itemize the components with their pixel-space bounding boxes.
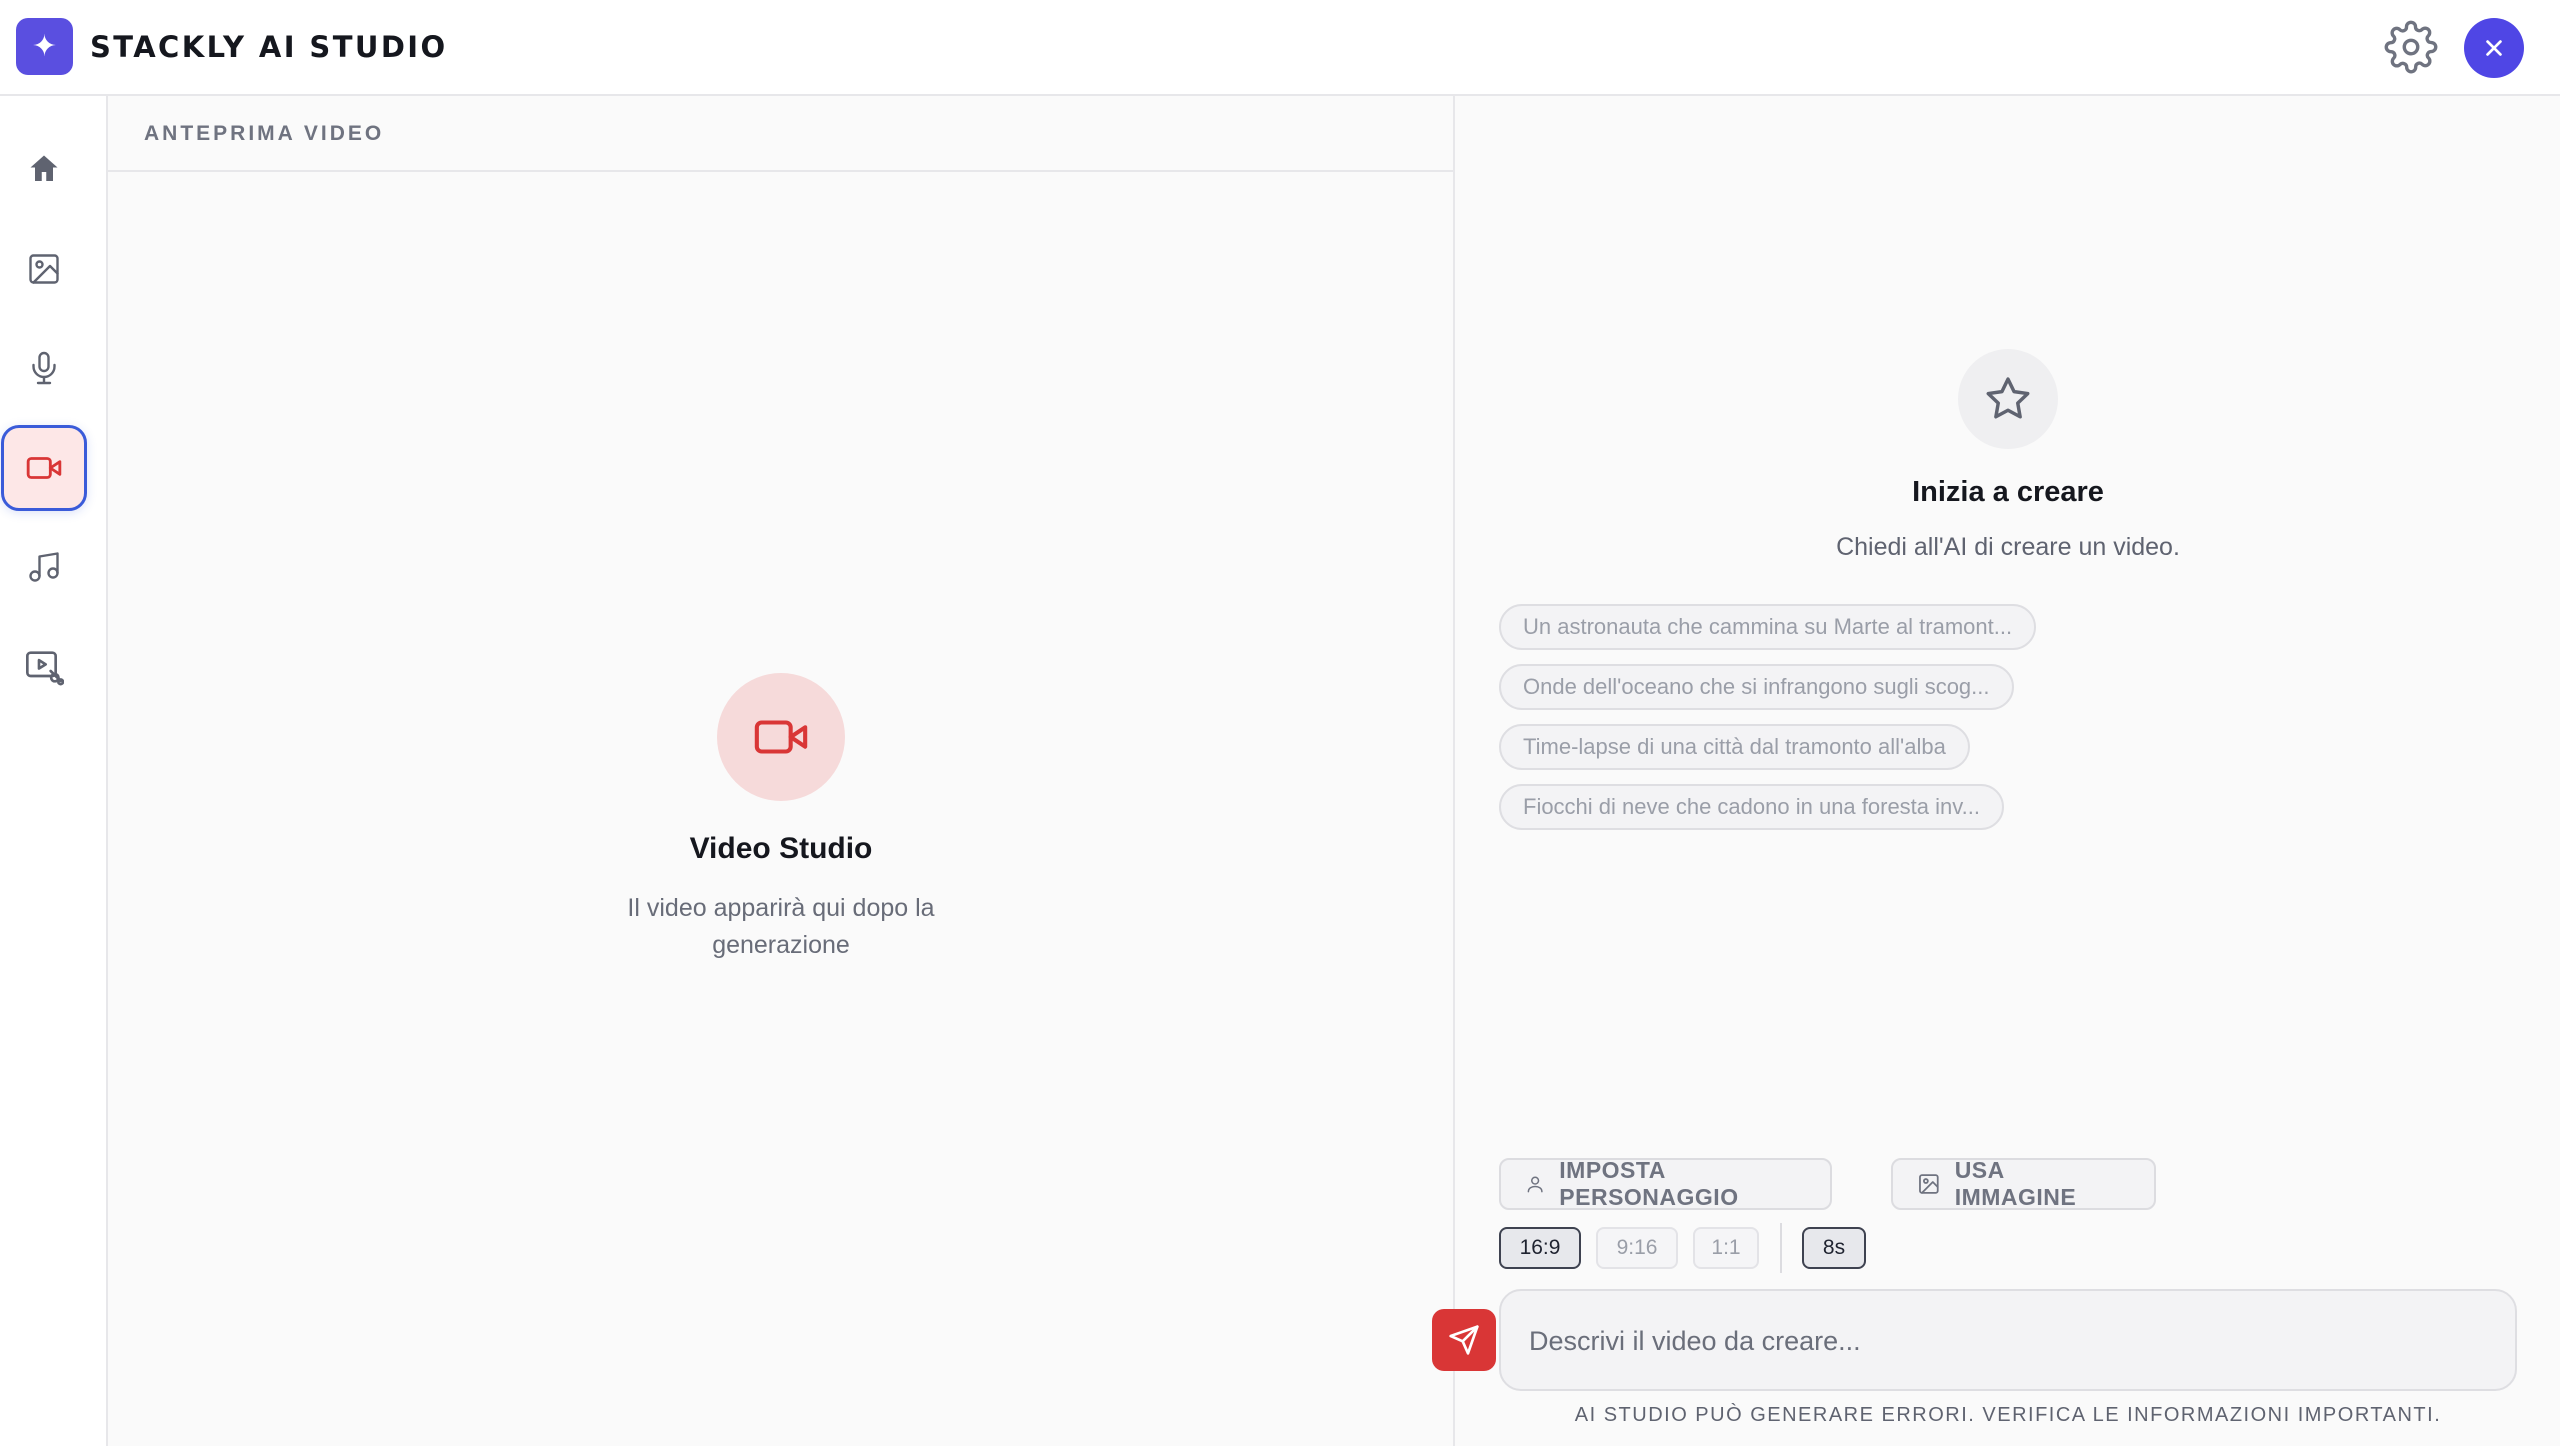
video-preview-panel: ANTEPRIMA VIDEO Video Studio Il video ap… — [108, 96, 1455, 1446]
send-icon — [1449, 1325, 1479, 1355]
ratio-9-16[interactable]: 9:16 — [1596, 1227, 1678, 1269]
chat-empty-title: Inizia a creare — [1912, 476, 2104, 508]
option-divider — [1780, 1223, 1782, 1273]
sidebar-item-music[interactable] — [1, 524, 87, 610]
use-image-button[interactable]: USA IMMAGINE — [1891, 1157, 2156, 1210]
home-icon — [30, 155, 58, 181]
sidebar-item-image[interactable] — [1, 226, 87, 312]
sidebar-item-home[interactable] — [1, 126, 87, 212]
sidebar-item-video[interactable] — [1, 425, 87, 511]
suggestion-chip[interactable]: Time-lapse di una città dal tramonto all… — [1499, 724, 1970, 770]
close-icon — [2486, 40, 2502, 56]
ratio-1-1[interactable]: 1:1 — [1693, 1227, 1759, 1269]
top-bar: ✦ STACKLY AI STUDIO — [0, 0, 2560, 96]
sidebar-item-voice[interactable] — [1, 325, 87, 411]
sparkle-icon: ✦ — [31, 30, 58, 63]
start-badge — [1958, 349, 2058, 449]
suggestion-chip[interactable]: Onde dell'oceano che si infrangono sugli… — [1499, 664, 2014, 710]
preview-header: ANTEPRIMA VIDEO — [108, 96, 1453, 172]
set-character-label: IMPOSTA PERSONAGGIO — [1559, 1157, 1739, 1210]
video-camera-icon — [754, 720, 808, 754]
suggestion-list: Un astronauta che cammina su Marte al tr… — [1499, 604, 2037, 844]
empty-state-title: Video Studio — [689, 832, 873, 865]
send-button[interactable] — [1432, 1309, 1496, 1371]
suggestion-chip[interactable]: Fiocchi di neve che cadono in una forest… — [1499, 784, 2004, 830]
preview-header-label: ANTEPRIMA VIDEO — [144, 122, 385, 145]
video-camera-icon — [26, 457, 62, 479]
app-logo: ✦ — [16, 18, 73, 75]
use-image-label: USA IMMAGINE — [1954, 1157, 2077, 1210]
empty-state-badge — [717, 673, 845, 801]
suggestion-chip[interactable]: Un astronauta che cammina su Marte al tr… — [1499, 604, 2037, 650]
gear-icon — [2384, 20, 2438, 74]
sidebar — [0, 96, 108, 1446]
prompt-input[interactable] — [1529, 1321, 2419, 1361]
disclaimer-text: AI STUDIO PUÒ GENERARE ERRORI. VERIFICA … — [1574, 1404, 2442, 1426]
sidebar-item-video-editor[interactable] — [1, 623, 87, 709]
duration-toggle[interactable]: 8s — [1802, 1227, 1866, 1269]
chat-empty-subtitle: Chiedi all'AI di creare un video. — [1836, 533, 2180, 561]
image-icon — [29, 254, 59, 284]
close-button[interactable] — [2464, 18, 2524, 78]
empty-state-subtitle: Il video apparirà qui dopo la generazion… — [627, 894, 935, 959]
video-edit-icon — [26, 651, 64, 686]
microphone-icon — [32, 351, 56, 385]
prompt-box — [1499, 1289, 2517, 1391]
set-character-button[interactable]: IMPOSTA PERSONAGGIO — [1499, 1157, 1832, 1210]
image-icon — [1919, 1174, 1939, 1194]
app-title: STACKLY AI STUDIO — [90, 30, 448, 64]
user-icon — [1527, 1176, 1543, 1193]
star-icon — [1986, 377, 2030, 419]
music-note-icon — [29, 552, 59, 582]
chat-panel: Inizia a creare Chiedi all'AI di creare … — [1455, 96, 2560, 1446]
settings-button[interactable] — [2380, 16, 2442, 78]
ratio-16-9[interactable]: 16:9 — [1499, 1227, 1581, 1269]
